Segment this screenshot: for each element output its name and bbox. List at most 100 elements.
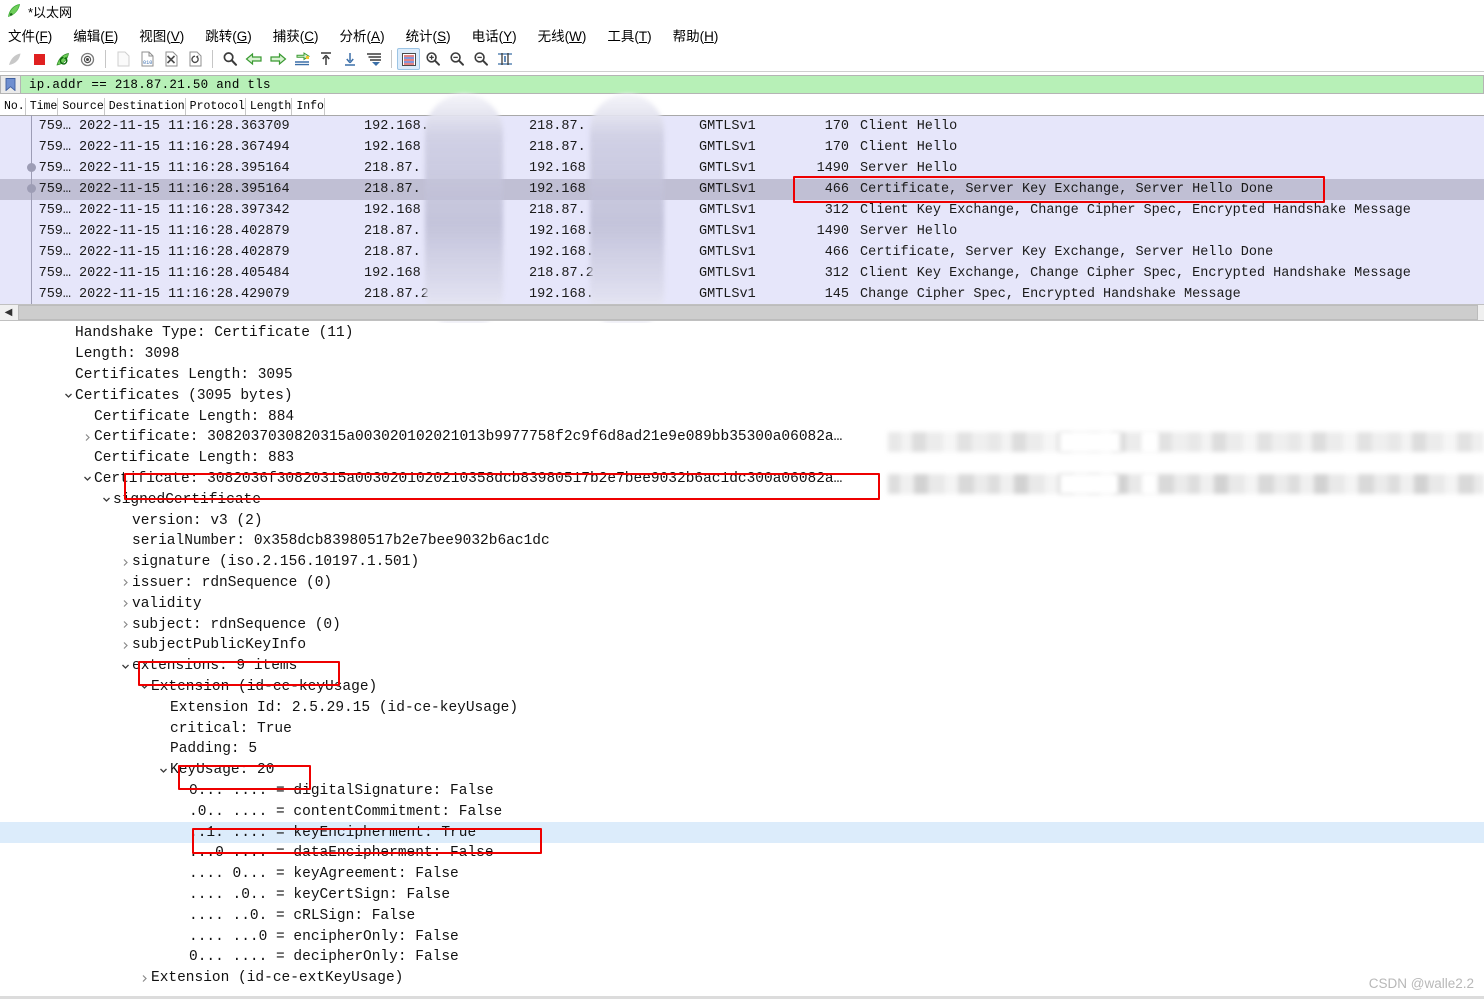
column-header-time[interactable]: Time: [26, 98, 59, 115]
menu-item-11[interactable]: 帮助(H): [673, 25, 719, 45]
go-to-packet-icon[interactable]: [290, 48, 313, 70]
detail-row-25[interactable]: ..1. .... = keyEncipherment: True: [0, 822, 1484, 843]
packet-row-9[interactable]: 759… 2022-11-15 11:16:28.429079 218.87.2 19…: [0, 284, 1484, 305]
auto-scroll-icon[interactable]: [362, 48, 385, 70]
detail-row-30[interactable]: .... ...0 = encipherOnly: False: [0, 926, 1484, 947]
zoom-reset-icon[interactable]: [469, 48, 492, 70]
detail-row-21[interactable]: Padding: 5: [0, 739, 1484, 760]
chevron-down-icon[interactable]: [81, 474, 94, 483]
detail-row-22[interactable]: KeyUsage: 20: [0, 760, 1484, 781]
column-header-protocol[interactable]: Protocol: [186, 98, 246, 115]
menu-item-8[interactable]: 电话(Y): [472, 25, 517, 45]
chevron-right-icon[interactable]: [119, 641, 132, 650]
packet-row-2[interactable]: 759… 2022-11-15 11:16:28.367494 192.168 218…: [0, 137, 1484, 158]
find-packet-icon[interactable]: [218, 48, 241, 70]
column-header-destination[interactable]: Destination: [105, 98, 186, 115]
menu-item-6[interactable]: 分析(A): [340, 25, 385, 45]
detail-row-26[interactable]: ...0 .... = dataEncipherment: False: [0, 843, 1484, 864]
packet-row-1[interactable]: 759… 2022-11-15 11:16:28.363709 192.168. 21…: [0, 116, 1484, 137]
detail-row-23[interactable]: 0... .... = digitalSignature: False: [0, 781, 1484, 802]
column-header-source[interactable]: Source: [58, 98, 105, 115]
chevron-down-icon[interactable]: [119, 662, 132, 671]
detail-row-13[interactable]: issuer: rdnSequence (0): [0, 573, 1484, 594]
scroll-thumb[interactable]: [18, 305, 1478, 320]
go-back-icon[interactable]: [242, 48, 265, 70]
detail-row-1[interactable]: Handshake Type: Certificate (11): [0, 323, 1484, 344]
menu-bar[interactable]: 文件(F) 编辑(E) 视图(V) 跳转(G) 捕获(C) 分析(A) 统计(S) 电话(Y)…: [0, 24, 1484, 46]
chevron-down-icon[interactable]: [62, 391, 75, 400]
resize-columns-icon[interactable]: [493, 48, 516, 70]
detail-row-10[interactable]: version: v3 (2): [0, 510, 1484, 531]
menu-item-1[interactable]: 文件(F): [8, 25, 52, 45]
detail-row-20[interactable]: critical: True: [0, 718, 1484, 739]
column-header-info[interactable]: Info: [292, 98, 325, 115]
start-capture-icon[interactable]: [4, 48, 27, 70]
detail-row-14[interactable]: validity: [0, 593, 1484, 614]
zoom-in-icon[interactable]: [421, 48, 444, 70]
chevron-down-icon[interactable]: [157, 766, 170, 775]
packet-row-7[interactable]: 759… 2022-11-15 11:16:28.402879 218.87. 192…: [0, 242, 1484, 263]
detail-row-3[interactable]: Certificates Length: 3095: [0, 365, 1484, 386]
go-forward-icon[interactable]: [266, 48, 289, 70]
packet-row-3[interactable]: 759… 2022-11-15 11:16:28.395164 218.87. 192…: [0, 158, 1484, 179]
menu-item-7[interactable]: 统计(S): [406, 25, 451, 45]
menu-item-10[interactable]: 工具(T): [607, 25, 651, 45]
detail-row-19[interactable]: Extension Id: 2.5.29.15 (id-ce-keyUsage): [0, 697, 1484, 718]
colorize-packets-icon[interactable]: [397, 48, 420, 70]
go-first-packet-icon[interactable]: [314, 48, 337, 70]
packet-row-5[interactable]: 759… 2022-11-15 11:16:28.397342 192.168 218…: [0, 200, 1484, 221]
reload-file-icon[interactable]: [183, 48, 206, 70]
detail-row-28[interactable]: .... .0.. = keyCertSign: False: [0, 885, 1484, 906]
packet-row-4[interactable]: 759… 2022-11-15 11:16:28.395164 218.87. 192…: [0, 179, 1484, 200]
bookmark-icon[interactable]: [0, 75, 20, 94]
chevron-right-icon[interactable]: [119, 558, 132, 567]
detail-row-4[interactable]: Certificates (3095 bytes): [0, 385, 1484, 406]
save-file-icon[interactable]: 010: [135, 48, 158, 70]
chevron-down-icon[interactable]: [138, 682, 151, 691]
zoom-out-icon[interactable]: [445, 48, 468, 70]
stop-capture-icon[interactable]: [28, 48, 51, 70]
chevron-right-icon[interactable]: [119, 599, 132, 608]
display-filter-input[interactable]: ip.addr == 218.87.21.50 and tls: [20, 75, 1484, 94]
packet-list-hscrollbar[interactable]: ◀: [0, 304, 1484, 321]
go-last-packet-icon[interactable]: [338, 48, 361, 70]
scroll-left-arrow[interactable]: ◀: [0, 305, 17, 320]
restart-capture-icon[interactable]: [52, 48, 75, 70]
packet-row-8[interactable]: 759… 2022-11-15 11:16:28.405484 192.168 218…: [0, 263, 1484, 284]
detail-row-5[interactable]: Certificate Length: 884: [0, 406, 1484, 427]
detail-row-16[interactable]: subjectPublicKeyInfo: [0, 635, 1484, 656]
chevron-right-icon[interactable]: [81, 433, 94, 442]
chevron-right-icon[interactable]: [138, 974, 151, 983]
detail-row-11[interactable]: serialNumber: 0x358dcb83980517b2e7bee903…: [0, 531, 1484, 552]
main-toolbar[interactable]: 010: [0, 47, 1484, 72]
menu-item-3[interactable]: 视图(V): [139, 25, 184, 45]
detail-row-15[interactable]: subject: rdnSequence (0): [0, 614, 1484, 635]
menu-item-4[interactable]: 跳转(G): [205, 25, 252, 45]
menu-item-5[interactable]: 捕获(C): [273, 25, 319, 45]
packet-list-header[interactable]: No. Time Source Destination Protocol Len…: [0, 98, 1484, 116]
open-file-icon[interactable]: [111, 48, 134, 70]
detail-row-2[interactable]: Length: 3098: [0, 344, 1484, 365]
close-file-icon[interactable]: [159, 48, 182, 70]
detail-row-29[interactable]: .... ..0. = cRLSign: False: [0, 905, 1484, 926]
detail-row-17[interactable]: extensions: 9 items: [0, 656, 1484, 677]
detail-row-24[interactable]: .0.. .... = contentCommitment: False: [0, 801, 1484, 822]
detail-row-27[interactable]: .... 0... = keyAgreement: False: [0, 864, 1484, 885]
chevron-right-icon[interactable]: [119, 620, 132, 629]
packet-list-pane[interactable]: No. Time Source Destination Protocol Len…: [0, 98, 1484, 306]
column-header-length[interactable]: Length: [246, 98, 293, 115]
menu-item-9[interactable]: 无线(W): [538, 25, 587, 45]
detail-row-18[interactable]: Extension (id-ce-keyUsage): [0, 677, 1484, 698]
detail-row-12[interactable]: signature (iso.2.156.10197.1.501): [0, 552, 1484, 573]
chevron-right-icon[interactable]: [119, 578, 132, 587]
display-filter-bar[interactable]: ip.addr == 218.87.21.50 and tls: [0, 75, 1484, 94]
column-header-no[interactable]: No.: [0, 98, 26, 115]
detail-row-32[interactable]: Extension (id-ce-extKeyUsage): [0, 968, 1484, 989]
packet-detail-pane[interactable]: Handshake Type: Certificate (11) Length: …: [0, 323, 1484, 993]
capture-options-icon[interactable]: [76, 48, 99, 70]
detail-row-31[interactable]: 0... .... = decipherOnly: False: [0, 947, 1484, 968]
packet-list-rows[interactable]: 759… 2022-11-15 11:16:28.363709 192.168. 21…: [0, 116, 1484, 305]
menu-item-2[interactable]: 编辑(E): [73, 25, 118, 45]
packet-row-6[interactable]: 759… 2022-11-15 11:16:28.402879 218.87. 192…: [0, 221, 1484, 242]
chevron-down-icon[interactable]: [100, 495, 113, 504]
